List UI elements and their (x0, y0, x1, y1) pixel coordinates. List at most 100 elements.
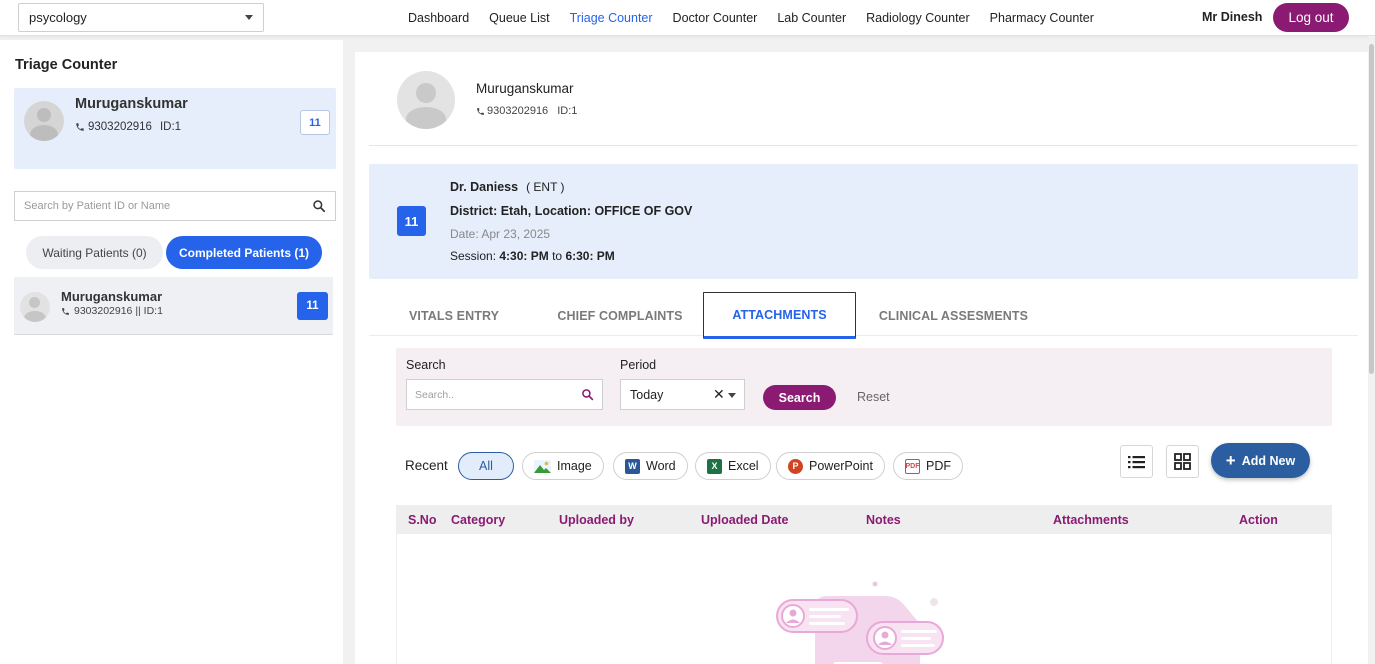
session-time: Session: 4:30: PM to 6:30: PM (450, 249, 615, 263)
avatar (24, 101, 64, 141)
patient-phone: 9303202916 (487, 105, 549, 117)
clear-icon[interactable]: ✕ (713, 386, 725, 403)
column-uploaded-date: Uploaded Date (701, 512, 789, 527)
doctor-name: Dr. Daniess (450, 180, 519, 194)
appointment-date: Date: Apr 23, 2025 (450, 227, 551, 241)
search-label: Search (406, 358, 446, 372)
powerpoint-icon: P (788, 458, 803, 474)
token-badge: 11 (397, 206, 426, 236)
district-location: District: Etah, Location: OFFICE OF GOV (450, 204, 693, 218)
nav-dashboard[interactable]: Dashboard (398, 11, 479, 25)
word-icon: W (625, 458, 640, 474)
chip-label: Excel (728, 459, 759, 473)
filter-chip-word[interactable]: W Word (613, 452, 688, 480)
patient-id: ID:1 (557, 105, 578, 117)
list-item[interactable]: Muruganskumar 9303202916 || ID:1 11 (14, 277, 333, 335)
filter-chip-powerpoint[interactable]: P PowerPoint (776, 452, 885, 480)
tab-vitals-entry[interactable]: VITALS ENTRY (389, 292, 519, 339)
token-badge: 11 (300, 110, 330, 135)
page-scrollbar[interactable] (1368, 36, 1375, 664)
column-sno: S.No (408, 512, 437, 527)
divider (369, 145, 1358, 146)
phone-icon (62, 307, 69, 315)
column-action: Action (1239, 512, 1278, 527)
current-patient-card: Muruganskumar 9303202916 ID:1 11 (14, 88, 336, 169)
logout-button[interactable]: Log out (1273, 3, 1349, 32)
column-uploaded-by: Uploaded by (559, 512, 635, 527)
chip-label: PowerPoint (809, 459, 873, 473)
avatar (397, 71, 455, 129)
nav-doctor-counter[interactable]: Doctor Counter (663, 11, 768, 25)
session-from: 4:30: PM (499, 249, 549, 263)
pdf-icon: PDF (905, 458, 920, 474)
nav-pharmacy-counter[interactable]: Pharmacy Counter (980, 11, 1104, 25)
period-select[interactable]: Today ✕ (620, 379, 745, 410)
column-category: Category (451, 512, 506, 527)
attachment-filter-panel: Search Period Today ✕ Search Reset (396, 348, 1332, 426)
current-patient-phone: 9303202916 (88, 121, 152, 133)
nav-queue-list[interactable]: Queue List (479, 11, 559, 25)
search-icon[interactable] (312, 199, 326, 213)
tab-completed-patients[interactable]: Completed Patients (1) (166, 236, 322, 269)
add-new-label: Add New (1241, 453, 1296, 468)
period-label: Period (620, 358, 657, 372)
doctor-department: ( ENT ) (526, 180, 565, 194)
sidebar-title: Triage Counter (15, 57, 118, 73)
grid-icon (1174, 453, 1191, 470)
triage-sidebar: Triage Counter Muruganskumar 9303202916 … (0, 40, 343, 664)
list-icon (1128, 455, 1145, 468)
tab-attachments[interactable]: ATTACHMENTS (703, 292, 856, 339)
nav-lab-counter[interactable]: Lab Counter (767, 11, 856, 25)
search-icon[interactable] (581, 388, 594, 401)
tab-clinical-assesments[interactable]: CLINICAL ASSESMENTS (876, 292, 1031, 339)
attachments-table-body (396, 534, 1332, 664)
phone-icon (477, 107, 484, 115)
patient-meta: 9303202916 ID:1 (476, 105, 577, 117)
chip-label: Image (557, 459, 592, 473)
filter-chip-excel[interactable]: X Excel (695, 452, 771, 480)
attachment-search-input[interactable] (415, 388, 575, 401)
top-navbar: psycology Dashboard Queue List Triage Co… (0, 0, 1375, 36)
image-icon (534, 459, 551, 473)
token-badge: 11 (297, 292, 328, 320)
patient-search-input[interactable] (24, 200, 294, 212)
tab-chief-complaints[interactable]: CHIEF COMPLAINTS (549, 292, 691, 339)
session-label: Session: (450, 249, 497, 263)
filter-chip-pdf[interactable]: PDF PDF (893, 452, 963, 480)
nav-radiology-counter[interactable]: Radiology Counter (856, 11, 980, 25)
chip-label: All (479, 459, 493, 473)
scrollbar-thumb[interactable] (1369, 44, 1374, 374)
chevron-down-icon[interactable] (728, 393, 736, 398)
phone-icon (76, 123, 84, 131)
tab-waiting-patients[interactable]: Waiting Patients (0) (26, 236, 163, 269)
main-nav: Dashboard Queue List Triage Counter Doct… (398, 0, 1104, 36)
excel-icon: X (707, 458, 722, 474)
filter-chip-all[interactable]: All (458, 452, 514, 480)
chip-label: Word (646, 459, 676, 473)
empty-state-illustration (776, 581, 944, 664)
patient-name: Muruganskumar (61, 289, 163, 304)
doctor-appointment-card: 11 Dr. Daniess ( ENT ) District: Etah, Lo… (369, 164, 1358, 279)
filter-chip-image[interactable]: Image (522, 452, 604, 480)
recent-label: Recent (405, 458, 448, 473)
avatar (20, 292, 50, 322)
patient-search (14, 191, 336, 221)
attachment-search (406, 379, 603, 410)
main-content: Muruganskumar 9303202916 ID:1 11 Dr. Dan… (355, 52, 1370, 664)
doctor-line: Dr. Daniess ( ENT ) (450, 180, 565, 194)
reset-button[interactable]: Reset (857, 390, 890, 404)
add-new-button[interactable]: + Add New (1211, 443, 1310, 478)
search-button[interactable]: Search (763, 385, 836, 410)
patient-meta: 9303202916 || ID:1 (61, 305, 163, 317)
current-patient-name: Muruganskumar (75, 96, 188, 112)
nav-triage-counter[interactable]: Triage Counter (560, 11, 663, 25)
department-select-value: psycology (29, 10, 87, 25)
department-select[interactable]: psycology (18, 3, 264, 32)
chip-label: PDF (926, 459, 951, 473)
grid-view-button[interactable] (1166, 445, 1199, 478)
list-view-button[interactable] (1120, 445, 1153, 478)
current-patient-meta: 9303202916 ID:1 (75, 121, 181, 133)
session-to: 6:30: PM (565, 249, 615, 263)
user-name: Mr Dinesh (1202, 10, 1263, 24)
column-attachments: Attachments (1053, 512, 1129, 527)
